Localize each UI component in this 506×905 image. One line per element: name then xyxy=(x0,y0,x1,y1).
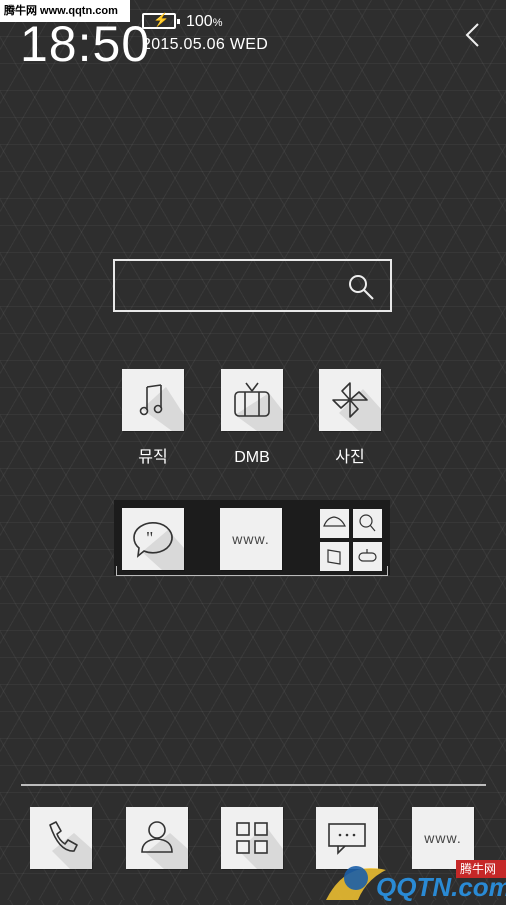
dock-divider xyxy=(21,784,486,786)
quote-chat-icon: " xyxy=(133,522,184,570)
pinwheel-icon xyxy=(332,382,381,431)
cloud-mini-button[interactable] xyxy=(320,509,349,538)
battery-icon: ⚡ xyxy=(142,12,180,29)
battery-percent: 100% xyxy=(186,13,223,30)
phone-app-button[interactable] xyxy=(30,807,92,869)
apps-drawer-button[interactable] xyxy=(221,807,283,869)
www-browser-button[interactable]: www. xyxy=(220,508,282,570)
phone-icon xyxy=(49,821,92,869)
watermark-bottom: 腾牛网 QQTN.com xyxy=(318,834,506,900)
search-icon[interactable] xyxy=(346,272,376,302)
dmb-app-button[interactable] xyxy=(221,369,283,431)
gamepad-mini-button[interactable] xyxy=(353,542,382,571)
memo-icon xyxy=(327,549,341,565)
back-chevron-icon[interactable] xyxy=(459,20,489,50)
contacts-app-button[interactable] xyxy=(126,807,188,869)
apps-grid-icon xyxy=(236,822,283,869)
contacts-icon xyxy=(141,821,188,869)
music-note-icon xyxy=(139,384,184,431)
tv-icon xyxy=(234,382,283,431)
svg-text:": " xyxy=(146,528,153,548)
watermark-site: QQTN.com xyxy=(376,872,506,902)
photo-app-label: 사진 xyxy=(335,449,365,466)
chat-app-button[interactable]: " xyxy=(122,508,184,570)
dmb-app-label: DMB xyxy=(234,449,270,466)
music-app-button[interactable] xyxy=(122,369,184,431)
memo-mini-button[interactable] xyxy=(320,542,349,571)
search-person-mini-button[interactable] xyxy=(353,509,382,538)
search-person-icon xyxy=(359,514,376,532)
search-bar[interactable] xyxy=(113,259,392,312)
photo-app-button[interactable] xyxy=(319,369,381,431)
music-app-label: 뮤직 xyxy=(138,449,168,466)
date-label: 2015.05.06 WED xyxy=(142,36,269,53)
clock-time: 18:50 xyxy=(20,16,151,72)
cloud-icon xyxy=(323,516,346,527)
gamepad-icon xyxy=(358,549,377,562)
www-browser-label: www. xyxy=(232,531,270,547)
